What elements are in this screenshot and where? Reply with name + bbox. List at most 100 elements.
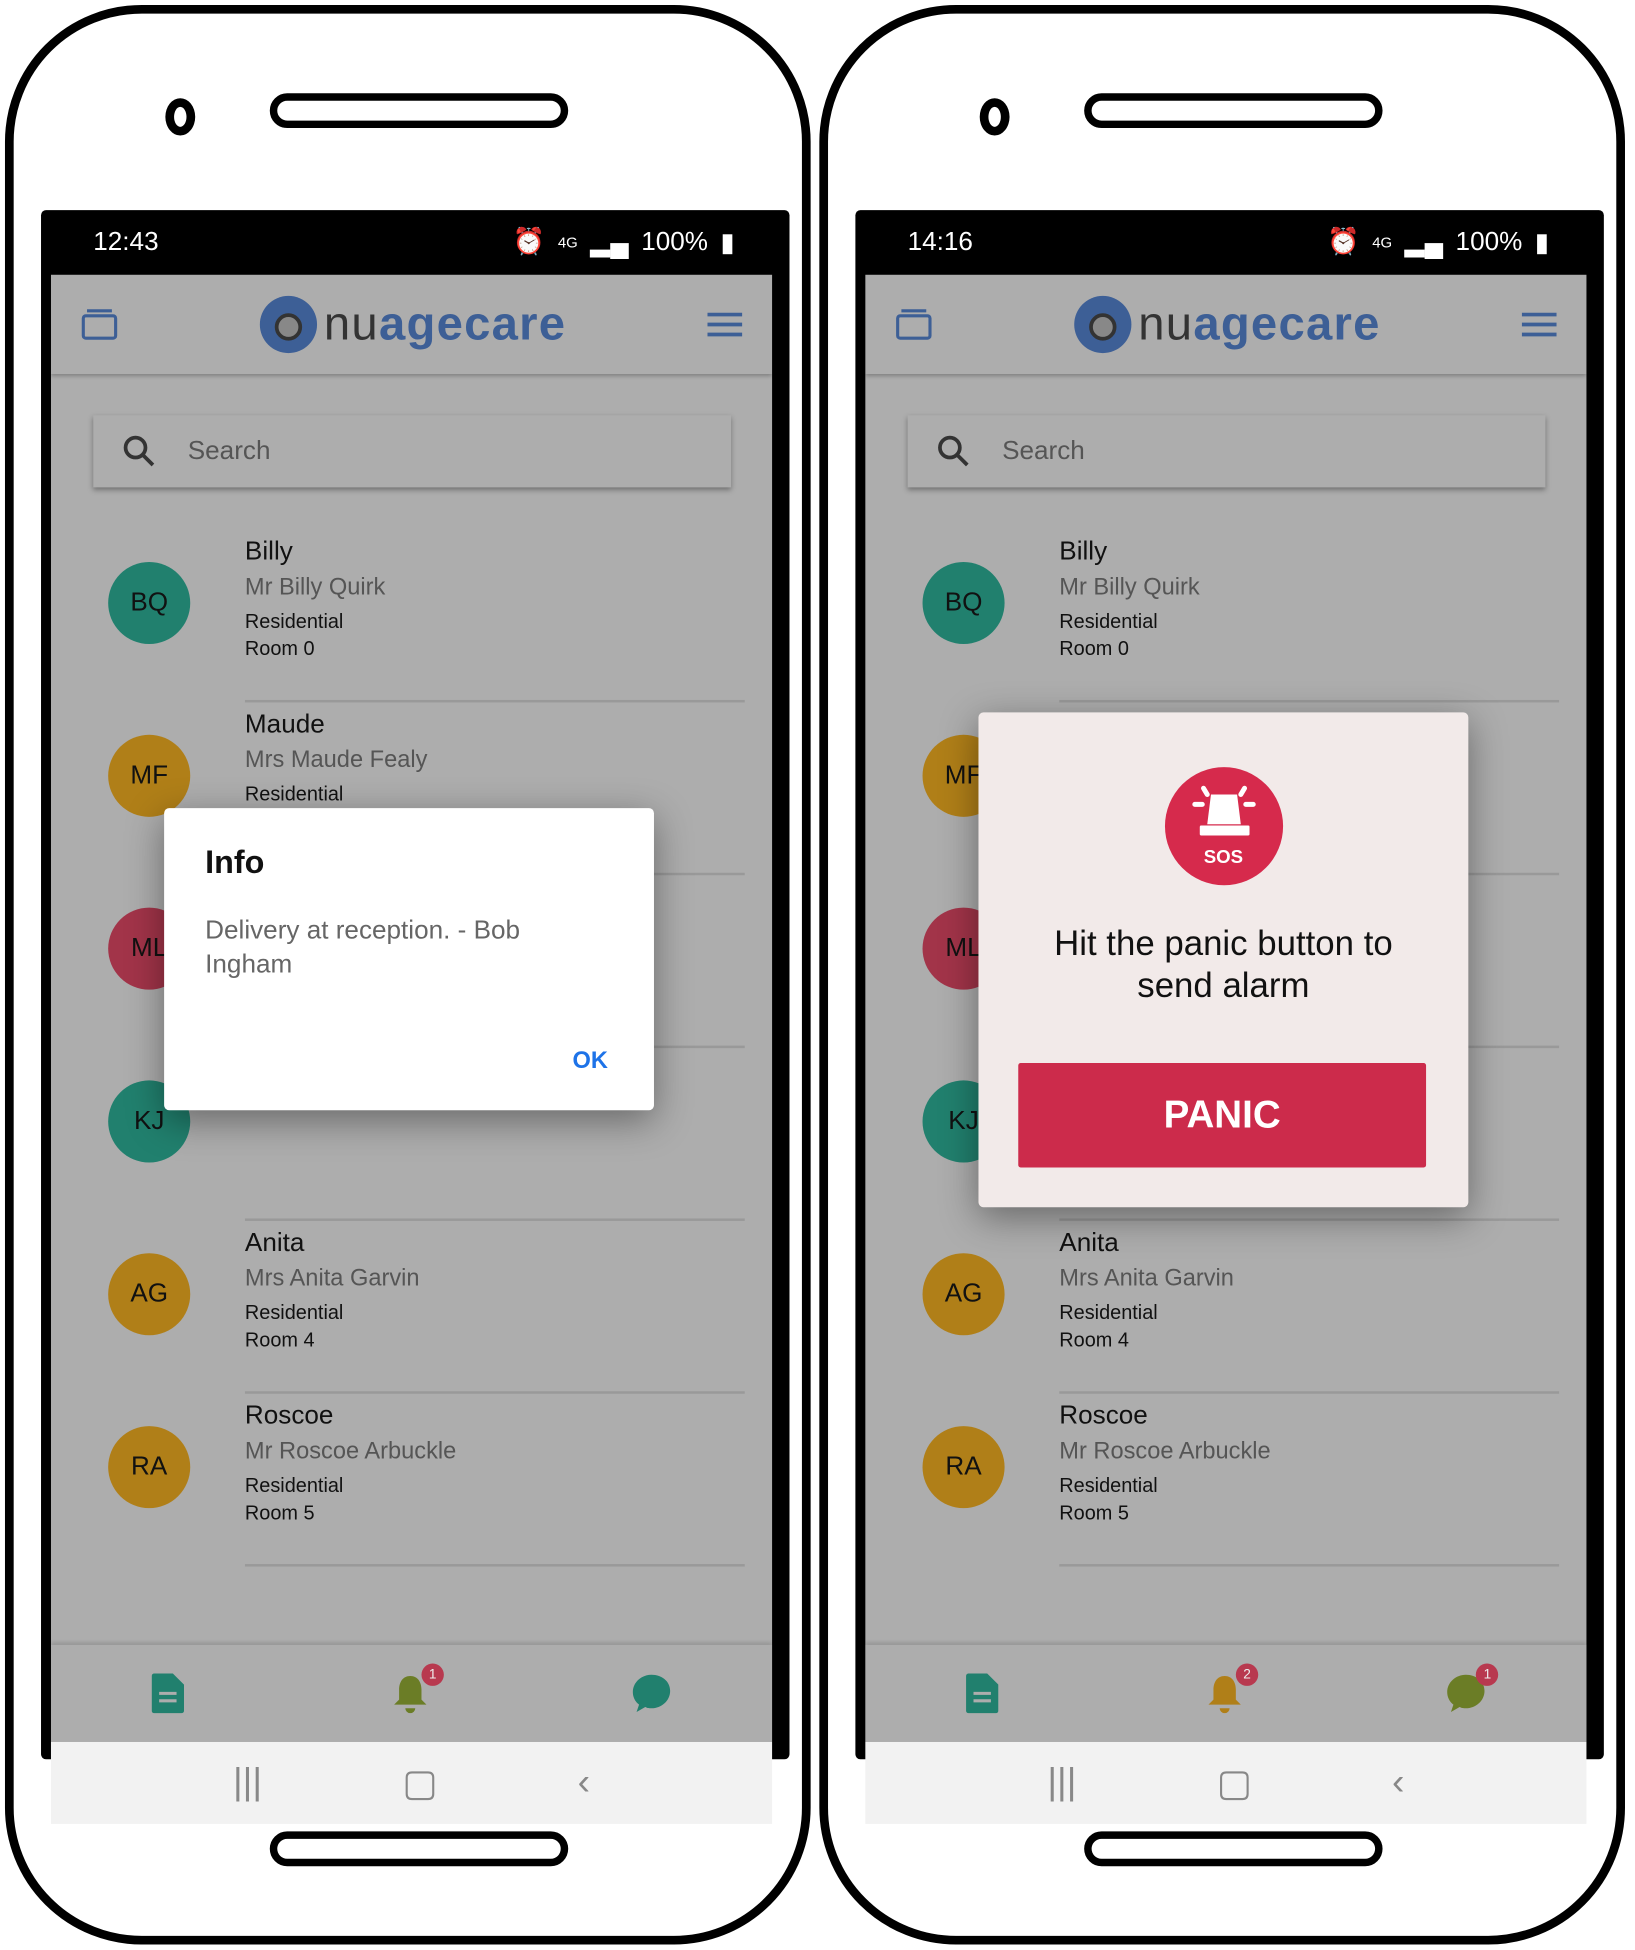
list-item[interactable]: BQ Billy Mr Billy Quirk Residential Room… (51, 530, 772, 703)
resident-type: Residential (244, 1475, 344, 1497)
ok-button[interactable]: OK (573, 1048, 608, 1075)
search-input[interactable]: Search (907, 415, 1546, 488)
bottom-nav: 1 (50, 1644, 773, 1742)
avatar: BQ (922, 561, 1005, 645)
chat-icon (633, 1674, 671, 1713)
sos-label: SOS (1203, 846, 1244, 868)
search-icon (123, 435, 155, 467)
resident-room: Room 4 (244, 1330, 315, 1352)
recents-button[interactable]: ||| (1047, 1762, 1076, 1804)
search-icon (938, 435, 969, 467)
list-item[interactable]: AG Anita Mrs Anita Garvin Residential Ro… (865, 1221, 1586, 1394)
avatar: MF (108, 734, 191, 817)
archive-icon[interactable] (81, 308, 118, 340)
notification-badge: 2 (1235, 1663, 1259, 1686)
status-time: 12:43 (93, 227, 159, 257)
network-type: 4G (557, 233, 578, 252)
brand-logo: nu agecare (259, 295, 566, 354)
avatar: AG (108, 1253, 191, 1336)
search-placeholder: Search (1002, 436, 1085, 465)
status-bar: 14:16 ⏰ 4G ▂▄ 100% ▮ (855, 210, 1603, 275)
nav-notifications[interactable]: 2 (1206, 1663, 1259, 1714)
dialog-message: Delivery at reception. - Bob Ingham (205, 916, 521, 979)
menu-icon[interactable] (707, 312, 743, 337)
info-dialog: Info Delivery at reception. - Bob Ingham O… (164, 808, 654, 1111)
home-button[interactable]: ▢ (402, 1761, 437, 1805)
search-input[interactable]: Search (93, 415, 732, 488)
app-header: nu agecare (865, 275, 1586, 374)
back-button[interactable]: ‹ (1392, 1762, 1404, 1804)
list-item[interactable]: AG Anita Mrs Anita Garvin Residential Ro… (51, 1221, 772, 1394)
resident-type: Residential (1059, 611, 1158, 633)
menu-icon[interactable] (1521, 312, 1557, 337)
resident-full-name: Mrs Maude Fealy (244, 747, 428, 774)
resident-type: Residential (1059, 1475, 1158, 1497)
resident-name: Maude (244, 709, 325, 739)
battery-icon: ▮ (1534, 228, 1550, 257)
panic-dialog: SOS Hit the panic button to send alarm PAN… (978, 712, 1469, 1208)
speaker (269, 93, 569, 129)
resident-room: Room 5 (1059, 1503, 1129, 1525)
resident-full-name: Mrs Anita Garvin (1059, 1265, 1234, 1292)
camera (979, 98, 1010, 136)
alarm-icon: ⏰ (1327, 227, 1360, 257)
resident-type: Residential (1059, 1302, 1158, 1325)
back-button[interactable]: ‹ (578, 1762, 590, 1804)
resident-name: Billy (244, 537, 293, 566)
resident-type: Residential (244, 611, 344, 633)
bottom-nav: 2 1 (865, 1644, 1587, 1742)
recents-button[interactable]: ||| (233, 1762, 262, 1804)
resident-room: Room 0 (244, 639, 315, 661)
resident-full-name: Mr Roscoe Arbuckle (244, 1438, 457, 1465)
resident-full-name: Mr Roscoe Arbuckle (1059, 1438, 1271, 1465)
avatar: AG (922, 1253, 1005, 1336)
speaker-bottom (269, 1831, 569, 1867)
resident-full-name: Mrs Anita Garvin (244, 1265, 420, 1292)
avatar: RA (922, 1426, 1005, 1509)
notification-badge: 1 (421, 1663, 444, 1686)
sos-siren-icon: SOS (1164, 767, 1283, 886)
system-nav: ||| ▢ ‹ (50, 1741, 773, 1824)
nav-messages[interactable]: 1 (1446, 1663, 1499, 1713)
status-bar: 12:43 ⏰ 4G ▂▄ 100% ▮ (41, 210, 789, 275)
resident-room: Room 5 (244, 1503, 315, 1525)
list-item[interactable]: RA Roscoe Mr Roscoe Arbuckle Residential… (51, 1394, 772, 1567)
status-time: 14:16 (907, 227, 973, 257)
document-icon (965, 1673, 998, 1714)
nav-messages[interactable] (632, 1673, 672, 1713)
nav-notifications[interactable]: 1 (392, 1663, 444, 1714)
list-item[interactable]: RA Roscoe Mr Roscoe Arbuckle Residential… (865, 1394, 1586, 1567)
resident-type: Residential (244, 784, 344, 806)
signal-icon: ▂▄ (590, 228, 629, 257)
resident-room: Room 4 (1059, 1330, 1129, 1352)
panic-button[interactable]: PANIC (1018, 1063, 1427, 1168)
resident-name: Anita (1059, 1228, 1119, 1257)
brand-logo: nu agecare (1073, 295, 1381, 354)
nav-documents[interactable] (151, 1673, 191, 1714)
network-type: 4G (1372, 233, 1393, 252)
message-badge: 1 (1476, 1663, 1499, 1686)
signal-icon: ▂▄ (1404, 228, 1444, 257)
search-placeholder: Search (187, 436, 271, 465)
archive-icon[interactable] (895, 308, 932, 340)
camera (165, 98, 196, 136)
nav-documents[interactable] (965, 1673, 1006, 1714)
resident-type: Residential (244, 1302, 344, 1325)
list-item[interactable]: BQ Billy Mr Billy Quirk Residential Room… (865, 530, 1586, 703)
home-button[interactable]: ▢ (1217, 1761, 1252, 1805)
alarm-icon: ⏰ (512, 227, 546, 257)
dialog-title: Info (205, 842, 265, 881)
avatar: BQ (108, 561, 191, 645)
resident-name: Billy (1059, 537, 1108, 566)
speaker-bottom (1084, 1831, 1383, 1867)
resident-full-name: Mr Billy Quirk (1059, 574, 1200, 601)
battery-icon: ▮ (720, 228, 735, 257)
resident-room: Room 0 (1059, 639, 1129, 661)
resident-name: Anita (244, 1228, 305, 1257)
document-icon (151, 1673, 184, 1714)
resident-name: Roscoe (1059, 1401, 1148, 1430)
submarine-logo-icon (259, 295, 317, 354)
system-nav: ||| ▢ ‹ (865, 1741, 1587, 1824)
avatar: RA (108, 1426, 191, 1509)
resident-name: Roscoe (244, 1401, 334, 1430)
